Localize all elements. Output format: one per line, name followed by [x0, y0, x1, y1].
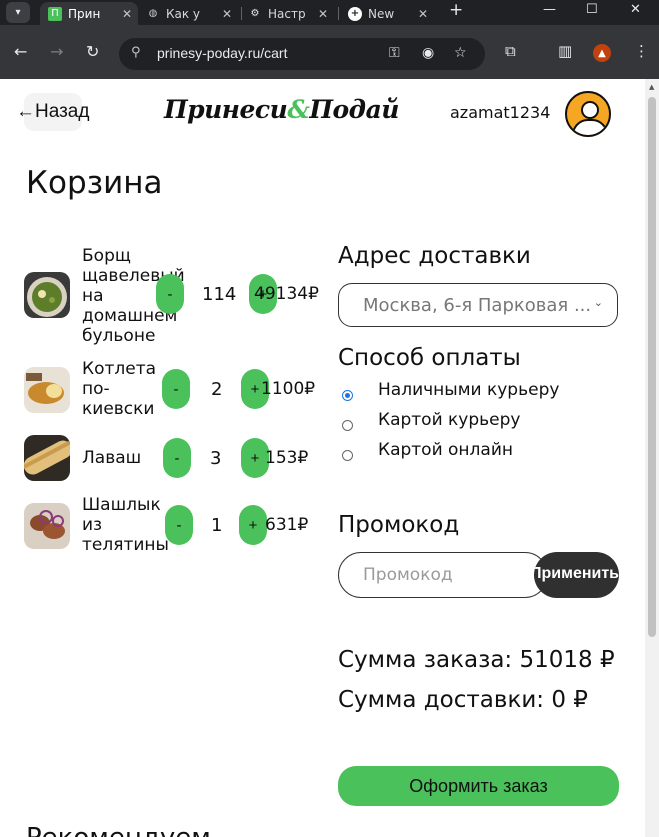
profile-icon[interactable]: ▲	[593, 44, 611, 62]
lavash-image	[24, 435, 70, 481]
tab-item[interactable]: + New ✕	[348, 2, 434, 25]
cart-item-name: Лаваш	[82, 448, 142, 468]
back-label: Назад	[35, 101, 90, 122]
tab-search-icon[interactable]: ▾	[6, 2, 30, 23]
address-select[interactable]: Москва, 6-я Парковая ... ⌄	[338, 283, 618, 327]
extensions-icon[interactable]: ⧉	[505, 42, 516, 60]
gear-icon: ⚙	[250, 8, 260, 19]
tab-active[interactable]: П Прин ✕	[40, 2, 138, 25]
cart-item-name: Шашлык из телятины	[82, 495, 169, 555]
eye-off-icon[interactable]: ◉	[422, 45, 434, 61]
promo-apply-button[interactable]: Применить	[534, 552, 619, 598]
star-icon[interactable]: ☆	[454, 45, 467, 61]
cart-item: Шашлык из телятины - 1 + 631₽	[24, 495, 324, 555]
tab-title: Как у	[166, 6, 201, 21]
cart-item-qty: 1	[211, 515, 223, 536]
payment-option-card-courier[interactable]: Картой курьеру	[342, 410, 520, 431]
site-favicon-icon: П	[48, 6, 62, 21]
radio-button[interactable]	[342, 450, 353, 461]
radio-button[interactable]	[342, 390, 353, 401]
tab-close-icon[interactable]: ✕	[122, 7, 138, 21]
cart-item-price: 153₽	[265, 448, 309, 468]
tab-title: New	[368, 6, 395, 21]
payment-option-card-online[interactable]: Картой онлайн	[342, 440, 513, 461]
promo-title: Промокод	[338, 512, 460, 538]
tab-item[interactable]: ◍ Как у ✕	[146, 2, 238, 25]
tab-title: Прин	[68, 6, 101, 21]
tab-item[interactable]: ⚙ Настр ✕	[248, 2, 334, 25]
payment-title: Способ оплаты	[338, 345, 521, 371]
reload-icon[interactable]: ↻	[86, 42, 99, 61]
decrease-qty-button[interactable]: -	[163, 438, 191, 478]
cart-item-qty: 2	[211, 379, 223, 400]
back-arrow-icon[interactable]: ←	[14, 42, 27, 61]
cart-item-price: 1100₽	[261, 379, 316, 399]
shashlik-image	[24, 503, 70, 549]
decrease-qty-button[interactable]: -	[156, 274, 184, 314]
payment-option-label: Картой курьеру	[378, 410, 521, 430]
tab-title: Настр	[268, 6, 306, 21]
back-arrow-text: ←	[16, 101, 35, 122]
cart-item: Борщ щавелевый на домашнем бульоне - 114…	[24, 244, 324, 346]
scroll-up-icon[interactable]: ▲	[649, 83, 654, 91]
payment-option-label: Наличными курьеру	[378, 380, 560, 400]
browser-toolbar: ← → ↻ ⚲ prinesy-poday.ru/cart ⚿ ◉ ☆ ⧉ ▥ …	[0, 25, 659, 79]
delivery-sum: Сумма доставки: 0 ₽	[338, 687, 588, 713]
side-panel-icon[interactable]: ▥	[558, 42, 572, 60]
url-text: prinesy-poday.ru/cart	[157, 45, 288, 61]
cart-item-qty: 114	[202, 284, 237, 305]
tab-close-icon[interactable]: ✕	[222, 7, 238, 21]
menu-dots-icon[interactable]: ⋮	[634, 42, 649, 60]
maximize-icon[interactable]: ☐	[586, 2, 598, 17]
key-icon[interactable]: ⚿	[389, 45, 400, 61]
chevron-down-icon: ⌄	[593, 296, 603, 309]
order-sum: Сумма заказа: 51018 ₽	[338, 647, 615, 673]
avatar[interactable]	[565, 91, 611, 137]
new-tab-button[interactable]: +	[449, 0, 463, 20]
payment-option-label: Картой онлайн	[378, 440, 513, 460]
new-tab-plus-icon: +	[348, 6, 362, 21]
site-info-icon[interactable]: ⚲	[131, 45, 141, 60]
kiev-cutlet-image	[24, 367, 70, 413]
cart-item: Котлета по-киевски - 2 + 1100₽	[24, 359, 324, 421]
forward-arrow-icon[interactable]: →	[50, 42, 63, 61]
borsch-image	[24, 272, 70, 318]
delivery-title: Адрес доставки	[338, 243, 531, 269]
page-title: Корзина	[26, 165, 163, 201]
promo-input[interactable]	[338, 552, 548, 598]
radio-button[interactable]	[342, 420, 353, 431]
minimize-icon[interactable]: —	[543, 2, 556, 17]
decrease-qty-button[interactable]: -	[162, 369, 190, 409]
promo-apply-label: Применить	[534, 565, 619, 582]
tab-close-icon[interactable]: ✕	[418, 7, 434, 21]
back-button[interactable]: ← Назад	[16, 93, 89, 131]
decrease-qty-button[interactable]: -	[165, 505, 193, 545]
cart-item: Лаваш - 3 + 153₽	[24, 434, 324, 484]
address-value: Москва, 6-я Парковая ...	[363, 294, 592, 316]
address-bar[interactable]: ⚲ prinesy-poday.ru/cart ⚿ ◉ ☆	[119, 38, 485, 70]
cart-item-price: 49134₽	[254, 284, 319, 304]
tab-close-icon[interactable]: ✕	[318, 7, 334, 21]
checkout-button[interactable]: Оформить заказ	[338, 766, 619, 806]
close-window-icon[interactable]: ✕	[630, 2, 641, 17]
recommend-title: Рекомендуем	[26, 823, 211, 837]
site-logo[interactable]: Принеси&Подай	[164, 95, 399, 124]
scroll-thumb[interactable]	[648, 97, 656, 637]
username[interactable]: azamat1234	[450, 103, 550, 122]
payment-option-cash[interactable]: Наличными курьеру	[342, 380, 559, 401]
increase-qty-button[interactable]: +	[239, 505, 267, 545]
cart-item-qty: 3	[210, 448, 222, 469]
cart-item-price: 631₽	[265, 515, 309, 535]
page-content: ← Назад Принеси&Подай azamat1234 Корзина …	[0, 79, 645, 837]
browser-tab-strip: ▾ П Прин ✕ ◍ Как у ✕ ⚙ Настр ✕ + New ✕ +…	[0, 0, 659, 25]
globe-icon: ◍	[148, 8, 158, 19]
page-scrollbar[interactable]: ▲	[645, 79, 659, 837]
